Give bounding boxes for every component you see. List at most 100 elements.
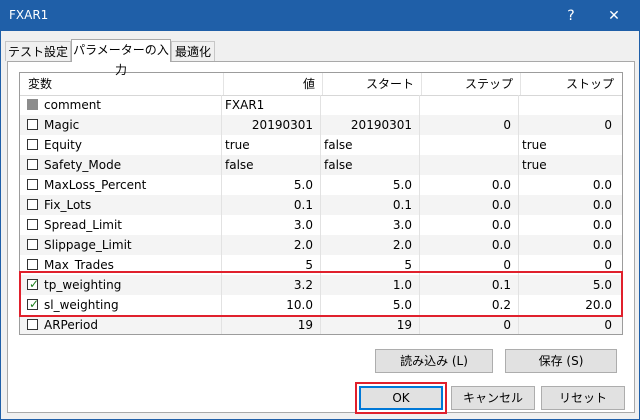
- row-checkbox[interactable]: [27, 139, 38, 150]
- ok-button[interactable]: OK: [359, 386, 443, 410]
- column-divider: [419, 95, 420, 334]
- cell-name: comment: [44, 98, 102, 112]
- header-variable[interactable]: 変数: [28, 73, 52, 95]
- cell-value[interactable]: true: [225, 135, 317, 155]
- table-row[interactable]: ✓ tp_weighting 3.2 1.0 0.1 5.0: [20, 275, 622, 295]
- cell-start[interactable]: 19: [320, 315, 412, 334]
- cell-name: Spread_Limit: [44, 218, 123, 232]
- cell-name: Safety_Mode: [44, 158, 122, 172]
- table-row[interactable]: Spread_Limit 3.0 3.0 0.0 0.0: [20, 215, 622, 235]
- table-row[interactable]: ✓ sl_weighting 10.0 5.0 0.2 20.0: [20, 295, 622, 315]
- table-row[interactable]: Equity true false true: [20, 135, 622, 155]
- cell-value[interactable]: 3.2: [221, 275, 313, 295]
- cell-stop[interactable]: 5.0: [518, 275, 612, 295]
- cell-value[interactable]: 10.0: [221, 295, 313, 315]
- table-row[interactable]: Magic 20190301 20190301 0 0: [20, 115, 622, 135]
- help-button[interactable]: ?: [553, 1, 589, 31]
- tab-parameters[interactable]: パラメーターの入力: [71, 39, 171, 77]
- row-checkbox[interactable]: [27, 119, 38, 130]
- dialog-window: FXAR1 ? ✕ テスト設定 パラメーターの入力 最適化 変数 値 スタート …: [0, 0, 640, 420]
- row-checkbox[interactable]: [27, 239, 38, 250]
- cell-stop[interactable]: [518, 95, 612, 115]
- cell-name: ARPeriod: [44, 318, 98, 332]
- cell-start[interactable]: 1.0: [320, 275, 412, 295]
- row-checkbox[interactable]: [27, 219, 38, 230]
- row-checkbox[interactable]: [27, 159, 38, 170]
- cell-stop[interactable]: true: [522, 135, 616, 155]
- table-row[interactable]: ARPeriod 19 19 0 0: [20, 315, 622, 334]
- cell-start[interactable]: false: [324, 135, 416, 155]
- cell-start[interactable]: 20190301: [320, 115, 412, 135]
- cell-step[interactable]: 0: [419, 255, 511, 275]
- header-stop[interactable]: ストップ: [520, 73, 614, 95]
- cell-start[interactable]: [320, 95, 412, 115]
- table-header: 変数 値 スタート ステップ ストップ: [20, 73, 622, 96]
- table-row[interactable]: MaxLoss_Percent 5.0 5.0 0.0 0.0: [20, 175, 622, 195]
- cell-value[interactable]: 20190301: [221, 115, 313, 135]
- header-step[interactable]: ステップ: [421, 73, 513, 95]
- cell-stop[interactable]: 0: [518, 115, 612, 135]
- cell-step[interactable]: 0.0: [419, 195, 511, 215]
- row-checkbox[interactable]: [27, 319, 38, 330]
- tab-optimization[interactable]: 最適化: [171, 41, 215, 61]
- cell-value[interactable]: 5.0: [221, 175, 313, 195]
- save-button[interactable]: 保存 (S): [505, 349, 617, 373]
- cell-value[interactable]: false: [225, 155, 317, 175]
- header-value[interactable]: 値: [223, 73, 315, 95]
- cell-step[interactable]: [419, 95, 511, 115]
- table-row[interactable]: Safety_Mode false false true: [20, 155, 622, 175]
- table-row[interactable]: Fix_Lots 0.1 0.1 0.0 0.0: [20, 195, 622, 215]
- cell-start[interactable]: false: [324, 155, 416, 175]
- cell-step[interactable]: 0.0: [419, 175, 511, 195]
- cell-stop[interactable]: 0: [518, 315, 612, 334]
- cancel-button[interactable]: キャンセル: [451, 386, 535, 410]
- tab-test-settings[interactable]: テスト設定: [5, 41, 71, 61]
- column-divider: [320, 95, 321, 334]
- cell-start[interactable]: 3.0: [320, 215, 412, 235]
- cell-step[interactable]: [419, 155, 511, 175]
- cell-step[interactable]: 0.2: [419, 295, 511, 315]
- cell-value[interactable]: 19: [221, 315, 313, 334]
- close-button[interactable]: ✕: [591, 1, 637, 31]
- table-row[interactable]: Slippage_Limit 2.0 2.0 0.0 0.0: [20, 235, 622, 255]
- cell-start[interactable]: 2.0: [320, 235, 412, 255]
- reset-button[interactable]: リセット: [541, 386, 625, 410]
- row-checkbox[interactable]: [27, 259, 38, 270]
- table-row[interactable]: comment FXAR1: [20, 95, 622, 115]
- cell-stop[interactable]: 20.0: [518, 295, 612, 315]
- cell-value[interactable]: 2.0: [221, 235, 313, 255]
- cell-start[interactable]: 5.0: [320, 295, 412, 315]
- row-checkbox[interactable]: ✓: [27, 297, 39, 311]
- row-checkbox[interactable]: ✓: [27, 277, 40, 291]
- cell-name: tp_weighting: [44, 278, 122, 292]
- row-checkbox[interactable]: [27, 179, 38, 190]
- row-checkbox[interactable]: [27, 199, 38, 210]
- cell-step[interactable]: 0.0: [419, 235, 511, 255]
- cell-stop[interactable]: 0.0: [518, 175, 612, 195]
- cell-stop[interactable]: 0: [518, 255, 612, 275]
- cell-start[interactable]: 0.1: [320, 195, 412, 215]
- cell-step[interactable]: 0: [419, 315, 511, 334]
- cell-name: MaxLoss_Percent: [44, 178, 147, 192]
- title-bar[interactable]: FXAR1 ? ✕: [1, 1, 639, 31]
- cell-step[interactable]: 0.1: [419, 275, 511, 295]
- cell-stop[interactable]: 0.0: [518, 195, 612, 215]
- cell-stop[interactable]: true: [522, 155, 616, 175]
- cell-value[interactable]: 3.0: [221, 215, 313, 235]
- cell-name: Slippage_Limit: [44, 238, 132, 252]
- cell-stop[interactable]: 0.0: [518, 215, 612, 235]
- check-icon: ✓: [29, 277, 40, 291]
- cell-step[interactable]: 0.0: [419, 215, 511, 235]
- cell-value[interactable]: 5: [221, 255, 313, 275]
- cell-value[interactable]: 0.1: [221, 195, 313, 215]
- cell-stop[interactable]: 0.0: [518, 235, 612, 255]
- cell-value[interactable]: FXAR1: [225, 95, 317, 115]
- load-button[interactable]: 読み込み (L): [375, 349, 493, 373]
- cell-step[interactable]: 0: [419, 115, 511, 135]
- header-start[interactable]: スタート: [322, 73, 414, 95]
- table-row[interactable]: Max_Trades 5 5 0 0: [20, 255, 622, 275]
- window-title: FXAR1: [9, 8, 49, 22]
- cell-step[interactable]: [419, 135, 511, 155]
- cell-start[interactable]: 5: [320, 255, 412, 275]
- cell-start[interactable]: 5.0: [320, 175, 412, 195]
